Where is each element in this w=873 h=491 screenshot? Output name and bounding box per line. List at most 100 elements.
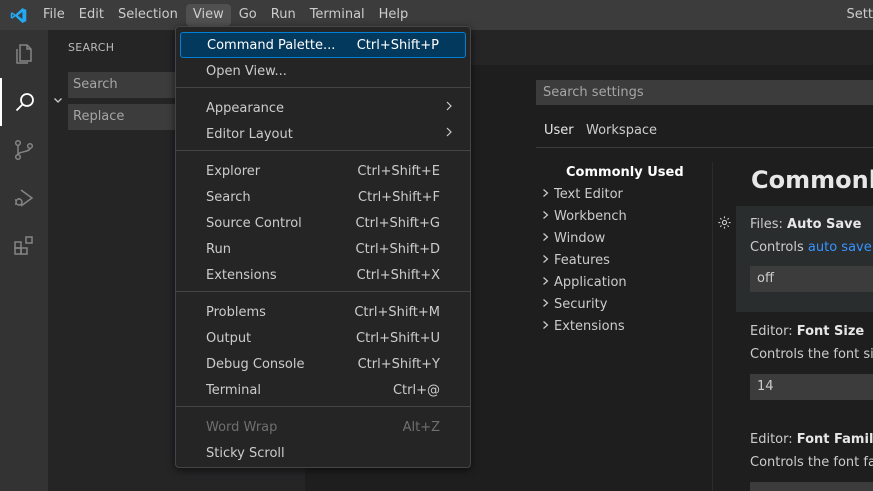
font-family-input[interactable] [750,482,873,491]
tab-workspace[interactable]: Workspace [586,120,657,148]
menu-item-label: Run [206,241,231,257]
toc-item-label: Security [554,297,608,312]
menu-item-shortcut: Ctrl+@ [392,382,440,398]
submenu-chevron-icon [444,126,454,142]
search-icon[interactable] [0,78,48,126]
vscode-logo-icon [0,0,36,30]
menu-item-label: Word Wrap [206,419,278,435]
toc-item-commonly-used[interactable]: Commonly Used [566,165,684,180]
tabs-divider [536,147,873,148]
menu-item-explorer[interactable]: Explorer Ctrl+Shift+E [180,158,466,184]
toc-item-security[interactable]: Security [543,297,608,312]
menu-item-problems[interactable]: Problems Ctrl+Shift+M [180,299,466,325]
menu-item-label: Open View... [206,63,287,79]
toc-item-label: Extensions [554,319,625,334]
menu-item-shortcut: Ctrl+Shift+P [356,37,439,53]
menu-item-label: Extensions [206,267,277,283]
submenu-chevron-icon [444,100,454,116]
menu-item-shortcut: Ctrl+Shift+Y [357,356,440,372]
menu-item-shortcut: Ctrl+Shift+M [354,304,440,320]
menu-item-label: Source Control [206,215,302,231]
menu-separator [176,406,470,407]
chevron-right-icon [541,297,554,312]
menu-item-source-control[interactable]: Source Control Ctrl+Shift+G [180,210,466,236]
menu-view[interactable]: View [185,4,231,26]
menu-item-extensions[interactable]: Extensions Ctrl+Shift+X [180,262,466,288]
menu-item-shortcut: Ctrl+Shift+U [356,330,440,346]
menu-item-shortcut: Ctrl+Shift+F [358,189,440,205]
activity-bar [0,30,48,491]
setting-desc-font-family: Controls the font fam [750,455,873,470]
menu-item-shortcut: Ctrl+Shift+X [356,267,440,283]
toc-divider [712,162,713,491]
extensions-icon[interactable] [0,222,48,270]
menu-item-command-palette[interactable]: Command Palette... Ctrl+Shift+P [180,32,466,58]
menu-item-appearance[interactable]: Appearance [180,95,466,121]
menu-item-label: Debug Console [206,356,305,372]
setting-title-font-size: Editor: Font Size [750,324,865,339]
chevron-right-icon [541,319,554,334]
toc-item-label: Window [554,231,606,246]
setting-desc-auto-save: Controls auto save of [750,240,872,255]
section-title: Commonly [751,166,873,194]
menu-item-word-wrap: Word Wrap Alt+Z [180,414,466,440]
toc-item-extensions[interactable]: Extensions [543,319,625,334]
source-control-icon[interactable] [0,126,48,174]
auto-save-select[interactable]: off [750,266,873,292]
toc-item-label: Features [554,253,610,268]
menu-item-shortcut: Alt+Z [402,419,440,435]
menu-selection[interactable]: Selection [111,0,185,30]
menu-item-label: Appearance [206,100,285,116]
toc-item-label: Workbench [554,209,627,224]
menu-item-output[interactable]: Output Ctrl+Shift+U [180,325,466,351]
menu-item-shortcut: Ctrl+Shift+D [355,241,440,257]
tab-user[interactable]: User [544,120,574,148]
menu-item-shortcut: Ctrl+Shift+E [357,163,440,179]
chevron-right-icon [541,231,554,246]
menu-separator [176,87,470,88]
explorer-icon[interactable] [0,30,48,78]
gear-icon[interactable] [717,215,732,234]
menu-item-sticky-scroll[interactable]: Sticky Scroll [180,440,466,466]
font-size-input[interactable]: 14 [750,374,873,400]
menu-item-debug-console[interactable]: Debug Console Ctrl+Shift+Y [180,351,466,377]
window-title: Sett [846,7,873,22]
toggle-replace-chevron-icon[interactable] [52,94,64,110]
toc-item-workbench[interactable]: Workbench [543,209,627,224]
settings-search-input[interactable]: Search settings [536,80,873,105]
menu-item-run[interactable]: Run Ctrl+Shift+D [180,236,466,262]
toc-item-features[interactable]: Features [543,253,610,268]
menu-item-label: Search [206,189,251,205]
menu-item-label: Explorer [206,163,261,179]
chevron-right-icon [541,253,554,268]
menu-item-open-view[interactable]: Open View... [180,58,466,84]
menu-separator [176,291,470,292]
menu-edit[interactable]: Edit [72,0,111,30]
menu-item-editor-layout[interactable]: Editor Layout [180,121,466,147]
setting-title-auto-save: Files: Auto Save [750,217,862,232]
toc-item-label: Text Editor [554,187,623,202]
menu-item-shortcut: Ctrl+Shift+G [355,215,440,231]
auto-save-link[interactable]: auto save [808,240,872,255]
toc-item-text-editor[interactable]: Text Editor [543,187,623,202]
menu-file[interactable]: File [36,0,72,30]
menu-item-label: Output [206,330,252,346]
toc-item-label: Application [554,275,627,290]
toc-item-window[interactable]: Window [543,231,606,246]
chevron-right-icon [541,187,554,202]
chevron-right-icon [541,275,554,290]
menu-item-label: Editor Layout [206,126,293,142]
menu-item-label: Sticky Scroll [206,445,285,461]
menu-item-terminal[interactable]: Terminal Ctrl+@ [180,377,466,403]
chevron-right-icon [541,209,554,224]
sidebar-title: SEARCH [68,41,115,54]
menu-separator [176,150,470,151]
menu-item-label: Command Palette... [207,37,336,53]
menu-item-label: Problems [206,304,266,320]
view-menu-dropdown: Command Palette... Ctrl+Shift+P Open View.… [175,26,471,468]
toc-item-application[interactable]: Application [543,275,627,290]
menu-item-search[interactable]: Search Ctrl+Shift+F [180,184,466,210]
setting-desc-font-size: Controls the font size [750,347,873,362]
run-debug-icon[interactable] [0,174,48,222]
menu-item-label: Terminal [206,382,261,398]
